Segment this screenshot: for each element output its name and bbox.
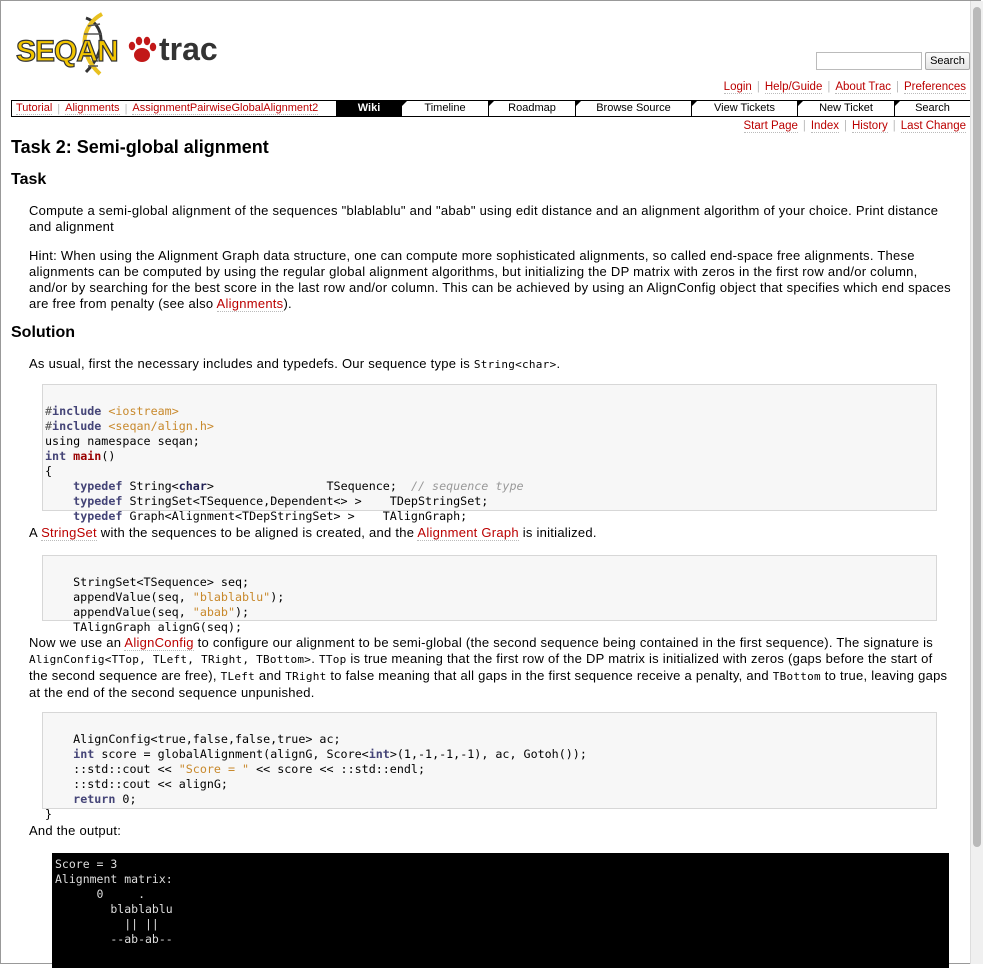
code-block-includes: #include <iostream> #include <seqan/align… (42, 384, 937, 523)
alignconfig-paragraph: Now we use an AlignConfig to configure o… (29, 635, 954, 701)
code-block-alignment: AlignConfig<true,false,false,true> ac; i… (42, 712, 937, 821)
start-page-link[interactable]: Start Page (743, 120, 798, 133)
code-line: return 0; (73, 792, 137, 806)
breadcrumb-alignments[interactable]: Alignments (65, 102, 120, 115)
code-line: StringSet<TSequence> seq; (45, 575, 250, 589)
code-line: appendValue(seq, "blablablu"); (45, 590, 285, 604)
sol2-a: A (29, 525, 42, 540)
sol2-b: with the sequences to be aligned is crea… (96, 525, 418, 540)
output-line: --ab-ab-- (55, 932, 173, 946)
svg-text:trac: trac (159, 31, 218, 67)
sol3-e: and (255, 668, 286, 683)
output-line: || || (55, 917, 159, 931)
hint-text: Hint: When using the Alignment Graph dat… (29, 248, 951, 311)
meta-nav: Login | Help/Guide | About Trac | Preferences (723, 81, 966, 94)
code-line: AlignConfig<true,false,false,true> ac; (45, 732, 341, 746)
search-input[interactable] (816, 52, 922, 70)
code-line: appendValue(seq, "abab"); (45, 605, 250, 619)
sol3-a: Now we use an (29, 635, 125, 650)
tab-timeline[interactable]: Timeline (401, 101, 488, 116)
about-trac-link[interactable]: About Trac (835, 81, 891, 94)
inline-code: TRight (285, 670, 327, 683)
code-line: typedef String<char> TSequence; // seque… (73, 479, 524, 493)
inline-code: TLeft (220, 670, 256, 683)
heading-task: Task (11, 171, 47, 188)
stringset-link[interactable]: StringSet (41, 525, 97, 541)
stringset-paragraph: A StringSet with the sequences to be ali… (29, 525, 954, 541)
scrollbar-thumb[interactable] (973, 7, 981, 847)
output-line: 0 . (55, 887, 146, 901)
code-line: int score = globalAlignment(alignG, Scor… (73, 747, 587, 761)
code-line: TAlignGraph alignG(seq); (45, 620, 243, 634)
tab-search[interactable]: Search (894, 101, 970, 116)
sol3-f: to false meaning that all gaps in the fi… (326, 668, 773, 683)
svg-text:SEQAN: SEQAN (16, 35, 118, 68)
main-nav: Wiki Timeline Roadmap Browse Source View… (336, 101, 970, 116)
context-nav: Start Page | Index | History | Last Change (743, 120, 966, 133)
inline-code: TTop (318, 653, 347, 666)
help-guide-link[interactable]: Help/Guide (764, 81, 823, 94)
output-line: Score = 3 (55, 857, 118, 871)
preferences-link[interactable]: Preferences (903, 81, 966, 94)
breadcrumb-assignment[interactable]: AssignmentPairwiseGlobalAlignment2 (132, 102, 319, 115)
code-line: using namespace seqan; (45, 434, 200, 448)
hint-end: ). (283, 296, 292, 311)
last-change-link[interactable]: Last Change (900, 120, 966, 133)
heading-solution: Solution (11, 324, 75, 341)
code-line: int main() (45, 449, 116, 463)
tab-wiki[interactable]: Wiki (336, 101, 401, 116)
login-link[interactable]: Login (723, 81, 752, 94)
inline-code: String<char> (473, 358, 557, 371)
sol1-end: . (556, 356, 561, 371)
tab-roadmap[interactable]: Roadmap (488, 101, 575, 116)
inline-code: TBottom (772, 670, 821, 683)
code-line: #include <seqan/align.h> (45, 419, 214, 433)
code-line: ::std::cout << "Score = " << score << ::… (45, 762, 425, 776)
code-line: typedef Graph<Alignment<TDepStringSet> >… (73, 509, 468, 523)
sol3-c: . (311, 651, 319, 666)
code-line: #include <iostream> (45, 404, 179, 418)
vertical-scrollbar[interactable] (970, 1, 983, 964)
code-block-sequences: StringSet<TSequence> seq; appendValue(se… (42, 555, 937, 634)
output-label: And the output: (29, 823, 122, 838)
alignconfig-link[interactable]: AlignConfig (124, 635, 194, 651)
alignment-graph-link[interactable]: Alignment Graph (417, 525, 519, 541)
nav-bar: Tutorial | Alignments | AssignmentPairwiseGl… (11, 100, 971, 117)
code-line: { (45, 464, 53, 478)
code-line: } (45, 807, 53, 821)
tab-view-tickets[interactable]: View Tickets (691, 101, 797, 116)
sol2-c: is initialized. (518, 525, 597, 540)
code-line: ::std::cout << alignG; (45, 777, 228, 791)
hint-paragraph: Hint: When using the Alignment Graph dat… (29, 248, 954, 312)
page-title: Task 2: Semi-global alignment (11, 137, 269, 157)
tab-new-ticket[interactable]: New Ticket (797, 101, 894, 116)
task-paragraph: Compute a semi-global alignment of the s… (29, 203, 939, 234)
inline-code: AlignConfig<TTop, TLeft, TRight, TBottom… (29, 653, 312, 666)
search-button[interactable]: Search (925, 52, 970, 70)
alignments-link[interactable]: Alignments (216, 296, 284, 312)
sol1-text: As usual, first the necessary includes a… (29, 356, 474, 371)
seqan-trac-logo[interactable]: SEQAN trac (16, 10, 231, 85)
code-line: typedef StringSet<TSequence,Dependent<> … (73, 494, 489, 508)
output-line: blablablu (55, 902, 173, 916)
index-link[interactable]: Index (810, 120, 839, 133)
sol3-b: to configure our alignment to be semi-gl… (193, 635, 934, 650)
program-output: Score = 3 Alignment matrix: 0 . blablablu… (52, 853, 949, 968)
output-line: Alignment matrix: (55, 872, 173, 886)
solution-intro: As usual, first the necessary includes a… (29, 356, 954, 373)
history-link[interactable]: History (852, 120, 888, 133)
tab-browse-source[interactable]: Browse Source (575, 101, 691, 116)
breadcrumb: Tutorial | Alignments | AssignmentPairwiseGl… (16, 102, 319, 115)
breadcrumb-tutorial[interactable]: Tutorial (16, 102, 53, 115)
